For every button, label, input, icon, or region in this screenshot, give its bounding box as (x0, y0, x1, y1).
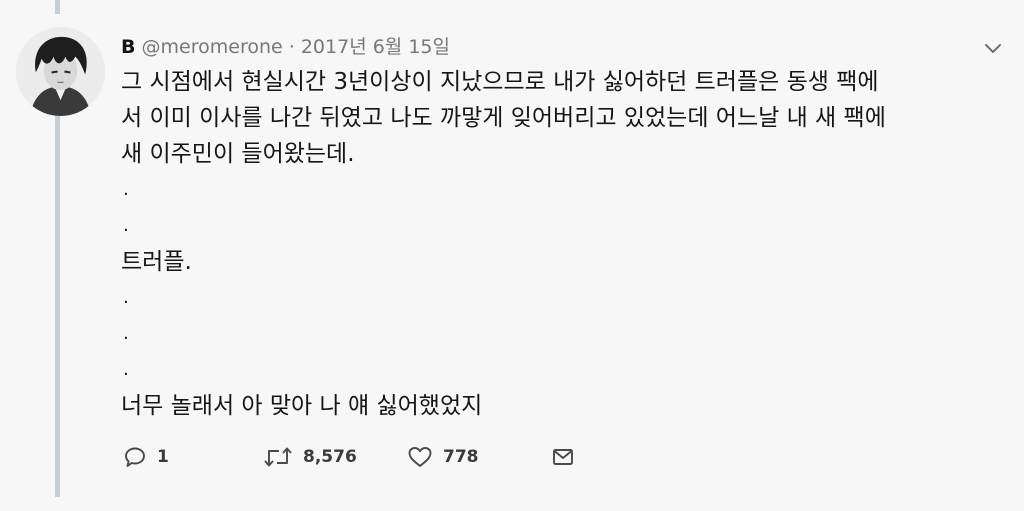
tweet-line: . (123, 287, 129, 308)
envelope-icon (553, 449, 573, 465)
thread-line-top (55, 0, 60, 14)
tweet-actions: 1 8,576 778 (123, 440, 643, 474)
direct-message-button[interactable] (551, 440, 575, 474)
tweet-line: . (123, 179, 129, 200)
avatar-image (16, 27, 105, 116)
tweet-line: . (123, 215, 129, 236)
retweet-count: 8,576 (303, 447, 357, 467)
retweet-icon (264, 447, 292, 467)
display-name[interactable]: B (121, 36, 135, 58)
more-options-button[interactable] (982, 37, 1004, 59)
tweet-line: 그 시점에서 현실시간 3년이상이 지났으므로 내가 싫어하던 트러플은 동생 … (121, 69, 879, 95)
like-button[interactable]: 778 (407, 440, 479, 474)
tweet-line: 너무 놀래서 아 맞아 나 얘 싫어했었지 (121, 393, 483, 419)
tweet-line: 새 이주민이 들어왔는데. (121, 141, 355, 167)
tweet-line: . (123, 323, 129, 344)
chevron-down-icon (985, 44, 1001, 53)
tweet-line: 서 이미 이사를 나간 뒤였고 나도 까맣게 잊어버리고 있었는데 어느날 내 … (121, 105, 886, 131)
header-separator: · (288, 36, 295, 58)
tweet-line: . (123, 359, 129, 380)
like-count: 778 (443, 447, 479, 467)
thread-line (55, 112, 60, 497)
tweet-header: B @meromerone · 2017년 6월 15일 (121, 34, 450, 60)
avatar[interactable] (16, 27, 105, 116)
tweet-line: 트러플. (121, 249, 192, 275)
tweet-date[interactable]: 2017년 6월 15일 (301, 36, 450, 58)
retweet-button[interactable]: 8,576 (263, 440, 357, 474)
tweet-text: 그 시점에서 현실시간 3년이상이 지났으므로 내가 싫어하던 트러플은 동생 … (121, 64, 1001, 424)
reply-button[interactable]: 1 (123, 440, 169, 474)
user-handle[interactable]: @meromerone (142, 36, 283, 58)
reply-icon (125, 447, 145, 467)
reply-count: 1 (157, 447, 169, 467)
heart-icon (408, 447, 432, 467)
